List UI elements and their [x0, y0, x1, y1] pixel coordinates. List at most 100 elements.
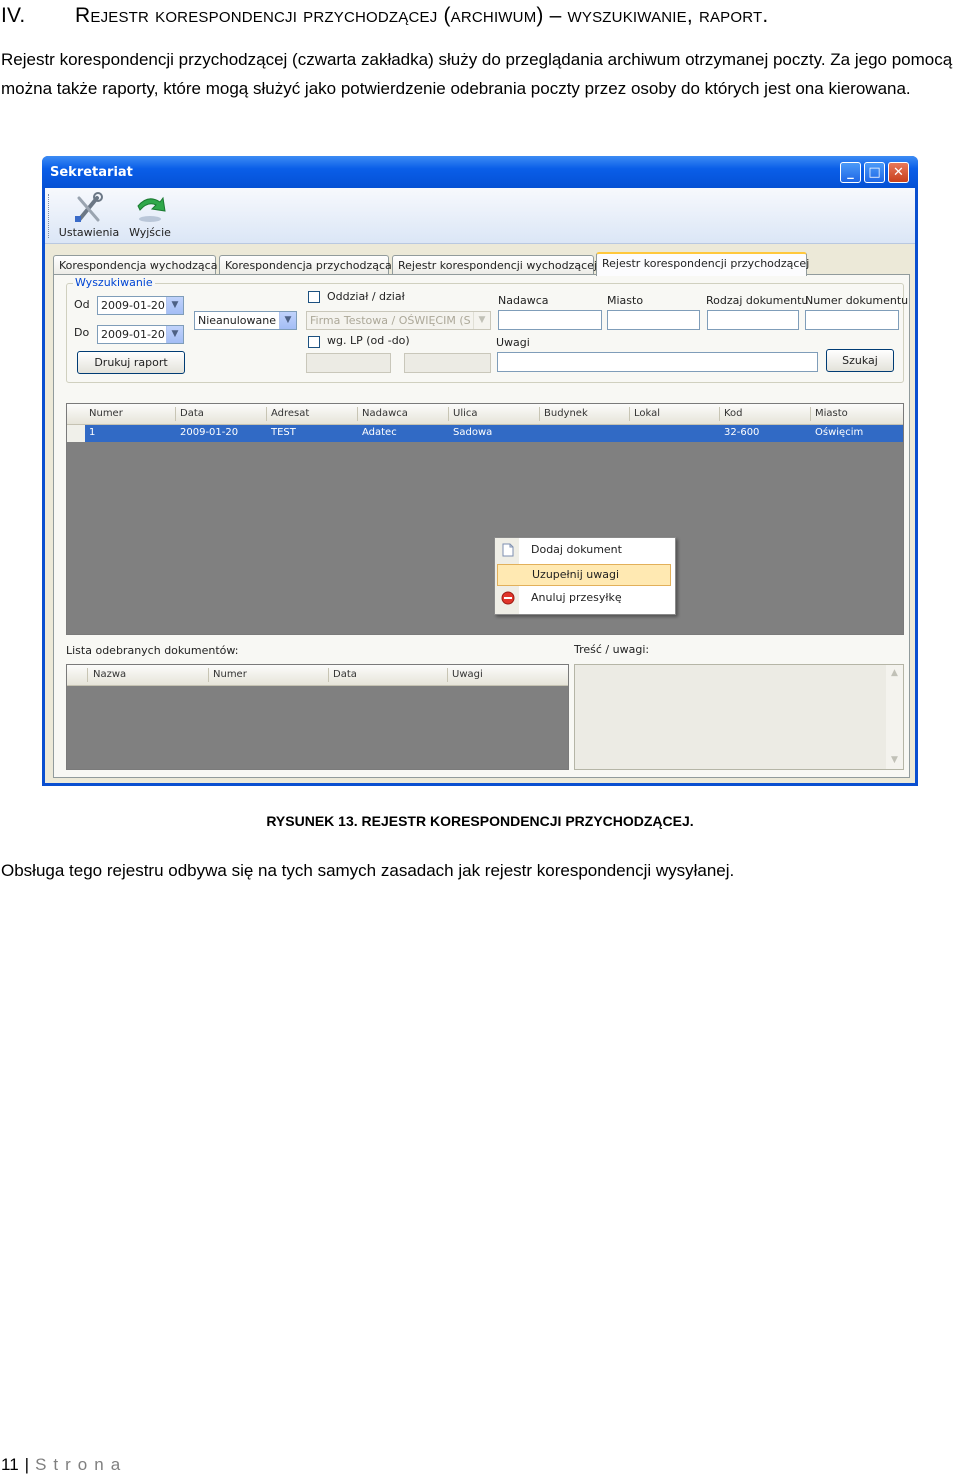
col-data[interactable]: Data	[180, 408, 204, 419]
maximize-button[interactable]: □	[864, 162, 885, 183]
lp-from-field[interactable]	[306, 353, 391, 373]
section-heading: IV. Rejestr korespondencji przychodzącej …	[1, 4, 768, 28]
city-label: Miasto	[607, 294, 644, 307]
column-divider	[539, 407, 540, 421]
column-divider	[810, 407, 811, 421]
results-grid: Numer Data Adresat Nadawca Ulica Budynek…	[66, 403, 904, 635]
to-date-value: 2009-01-20	[101, 328, 165, 341]
window-title: Sekretariat	[50, 165, 133, 180]
doc-number-label: Numer dokumentu	[805, 294, 909, 307]
intro-paragraph: Rejestr korespondencji przychodzącej (cz…	[1, 50, 953, 98]
branch-checkbox[interactable]	[308, 291, 320, 303]
from-date-picker[interactable]: 2009-01-20 ▼	[97, 296, 184, 315]
status-select[interactable]: Nieanulowane ▼	[194, 311, 297, 330]
table-row[interactable]: 1 2009-01-20 TEST Adatec Sadowa 32-600 O…	[67, 425, 903, 442]
column-divider	[87, 668, 88, 682]
lp-to-field[interactable]	[404, 353, 491, 373]
menu-item-label: Dodaj dokument	[531, 543, 622, 556]
col-budynek[interactable]: Budynek	[544, 408, 588, 419]
tab-incoming-register[interactable]: Rejestr korespondencji przychodzącej	[596, 252, 809, 276]
to-date-picker[interactable]: 2009-01-20 ▼	[97, 325, 184, 344]
chevron-down-icon: ▼	[166, 297, 183, 314]
scrollbar[interactable]: ▲ ▼	[886, 665, 903, 769]
search-legend: Wyszukiwanie	[73, 276, 155, 289]
col-adresat[interactable]: Adresat	[271, 408, 309, 419]
close-button[interactable]: ✕	[888, 162, 909, 183]
col-uwagi[interactable]: Uwagi	[452, 669, 483, 680]
lp-checkbox[interactable]	[308, 336, 320, 348]
figure-caption: Rysunek 13. Rejestr korespondencji przyc…	[266, 813, 694, 829]
chevron-down-icon: ▼	[166, 326, 183, 343]
menu-item-add-document[interactable]: Dodaj dokument	[497, 540, 671, 562]
scroll-up-icon[interactable]: ▲	[886, 665, 903, 682]
results-grid-header: Numer Data Adresat Nadawca Ulica Budynek…	[67, 404, 903, 425]
section-title: Rejestr korespondencji przychodzącej (ar…	[75, 4, 769, 27]
page-footer: 11 | Strona	[1, 1455, 127, 1475]
cell-data: 2009-01-20	[180, 427, 239, 438]
doc-type-field[interactable]	[707, 310, 799, 330]
cell-ulica: Sadowa	[453, 427, 493, 438]
col-lokal[interactable]: Lokal	[634, 408, 660, 419]
search-group: Wyszukiwanie Od 2009-01-20 ▼ Do 2009-01-…	[66, 276, 908, 383]
sender-label: Nadawca	[498, 294, 549, 307]
from-label: Od	[74, 298, 90, 311]
column-divider	[328, 668, 329, 682]
context-menu: Dodaj dokument Uzupełnij uwagi Anuluj pr…	[494, 537, 676, 615]
column-divider	[357, 407, 358, 421]
doc-number-field[interactable]	[805, 310, 899, 330]
chevron-down-icon: ▼	[473, 312, 490, 329]
closing-paragraph: Obsługa tego rejestru odbywa się na tych…	[1, 861, 735, 880]
column-divider	[448, 407, 449, 421]
column-divider	[208, 668, 209, 682]
toolbar: Ustawienia Wyjście	[45, 188, 915, 244]
status-value: Nieanulowane	[198, 314, 276, 327]
cell-adresat: TEST	[271, 427, 296, 438]
scroll-down-icon[interactable]: ▼	[886, 752, 903, 769]
tab-outgoing[interactable]: Korespondencja wychodząca	[53, 255, 217, 275]
column-divider	[629, 407, 630, 421]
tab-panel: Wyszukiwanie Od 2009-01-20 ▼ Do 2009-01-…	[53, 274, 910, 778]
col-numer[interactable]: Numer	[89, 408, 123, 419]
branch-select[interactable]: Firma Testowa / OŚWIĘCIM (S ▼	[306, 311, 491, 330]
minimize-button[interactable]: _	[840, 162, 861, 183]
col-numer[interactable]: Numer	[213, 669, 247, 680]
settings-button[interactable]: Ustawienia	[57, 192, 121, 239]
footer-page-word: Strona	[35, 1455, 128, 1474]
document-icon	[502, 543, 514, 557]
toolbar-grip[interactable]	[48, 194, 52, 238]
notes-field[interactable]	[497, 352, 818, 372]
col-nadawca[interactable]: Nadawca	[362, 408, 408, 419]
search-button[interactable]: Szukaj	[826, 349, 894, 372]
sender-field[interactable]	[498, 310, 602, 330]
menu-item-label: Anuluj przesyłkę	[531, 591, 622, 604]
received-grid-header: Nazwa Numer Data Uwagi	[67, 665, 568, 686]
menu-item-cancel-shipment[interactable]: Anuluj przesyłkę	[497, 588, 671, 610]
tab-outgoing-register[interactable]: Rejestr korespondencji wychodzącej	[392, 255, 597, 275]
menu-item-label: Uzupełnij uwagi	[532, 568, 620, 581]
content-label: Treść / uwagi:	[574, 643, 650, 656]
content-notes-box[interactable]: ▲ ▼	[574, 664, 904, 770]
section-number: IV.	[1, 4, 26, 27]
col-kod[interactable]: Kod	[724, 408, 743, 419]
window-client: Ustawienia Wyjście Korespondencja wychod…	[45, 188, 915, 783]
col-nazwa[interactable]: Nazwa	[93, 669, 126, 680]
chevron-down-icon: ▼	[279, 312, 296, 329]
print-report-button[interactable]: Drukuj raport	[77, 351, 185, 374]
cell-miasto: Oświęcim	[815, 427, 864, 438]
menu-item-fill-notes[interactable]: Uzupełnij uwagi	[497, 564, 671, 586]
exit-arrow-icon	[137, 196, 166, 222]
col-data[interactable]: Data	[333, 669, 357, 680]
doc-type-label: Rodzaj dokumentu	[706, 294, 809, 307]
from-date-value: 2009-01-20	[101, 299, 165, 312]
col-ulica[interactable]: Ulica	[453, 408, 478, 419]
row-selector[interactable]	[67, 425, 85, 442]
tab-incoming[interactable]: Korespondencja przychodząca	[219, 255, 392, 275]
exit-button[interactable]: Wyjście	[125, 192, 175, 239]
wrench-screwdriver-icon	[75, 192, 103, 222]
column-divider	[266, 407, 267, 421]
city-field[interactable]	[607, 310, 700, 330]
cancel-icon	[501, 591, 515, 605]
exit-label: Wyjście	[129, 226, 171, 239]
title-bar: Sekretariat _ □ ✕	[42, 156, 918, 188]
col-miasto[interactable]: Miasto	[815, 408, 848, 419]
